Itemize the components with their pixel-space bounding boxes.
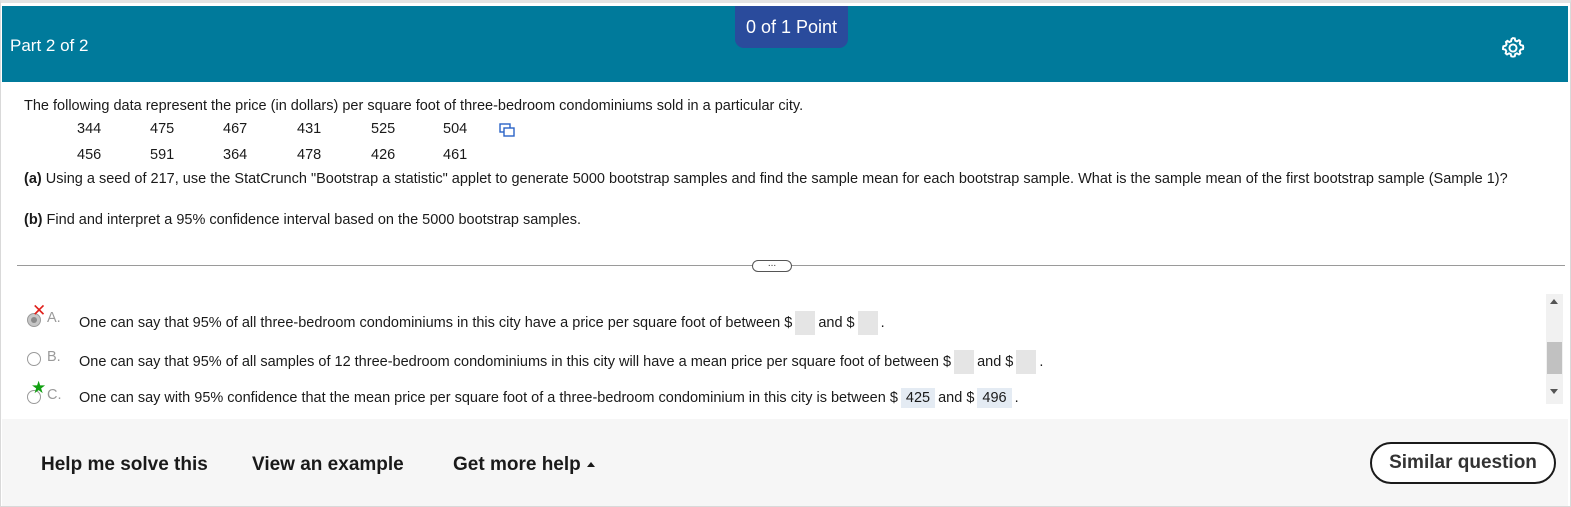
view-example-button[interactable]: View an example [252,454,404,476]
answer-choices: ✕ A. One can say that 95% of all three-b… [1,293,1541,417]
scroll-up-arrow-icon[interactable] [1550,299,1558,304]
data-cell: 431 [297,121,322,137]
question-header: Part 2 of 2 0 of 1 Point [2,6,1568,82]
data-cell: 364 [223,147,248,163]
choice-text: One can say that 95% of all samples of 1… [79,350,1043,374]
scrollbar-thumb[interactable] [1547,342,1562,374]
data-cell: 475 [150,121,175,137]
data-cell: 426 [371,147,396,163]
choice-a[interactable]: ✕ A. One can say that 95% of all three-b… [1,301,1541,335]
question-frame: Part 2 of 2 0 of 1 Point The following d… [0,0,1571,507]
data-cell: 478 [297,147,322,163]
copy-data-icon[interactable] [499,123,515,137]
part-b-prompt: (b) Find and interpret a 95% confidence … [24,212,1549,229]
choice-letter: C. [47,387,62,403]
radio-b[interactable] [27,352,41,366]
data-cell: 504 [443,121,468,137]
data-cell: 591 [150,147,175,163]
incorrect-x-icon: ✕ [32,301,47,320]
get-more-help-label: Get more help [453,454,581,475]
expand-toggle-button[interactable]: ... [752,259,792,272]
answer-blank-2[interactable] [1016,350,1037,374]
part-b-text: Find and interpret a 95% confidence inte… [46,212,581,228]
part-a-prompt: (a) Using a seed of 217, use the StatCru… [24,171,1549,188]
choice-text-before: One can say that 95% of all samples of 1… [79,354,952,370]
gear-icon[interactable] [1500,35,1526,61]
choices-scrollbar[interactable] [1546,294,1563,404]
part-label: Part 2 of 2 [10,36,89,55]
get-more-help-button[interactable]: Get more help [453,454,595,476]
choice-text-middle: and $ [818,315,855,331]
choice-text-before: One can say that 95% of all three-bedroo… [79,315,793,331]
part-a-label: (a) [24,171,42,187]
choice-c[interactable]: ★ C. One can say with 95% confidence tha… [1,378,1541,408]
scroll-down-arrow-icon[interactable] [1550,389,1558,394]
part-a-text: Using a seed of 217, use the StatCrunch … [45,171,1508,187]
data-cell: 344 [77,121,102,137]
answer-blank-1[interactable] [954,350,975,374]
question-intro: The following data represent the price (… [24,98,804,114]
answer-value-1[interactable]: 425 [900,388,936,408]
choice-text-before: One can say with 95% confidence that the… [79,390,898,406]
answer-blank-2[interactable] [857,311,878,335]
answer-value-2[interactable]: 496 [977,388,1012,408]
choice-text-middle: and $ [938,390,975,406]
answer-blank-1[interactable] [795,311,816,335]
choice-text-middle: and $ [977,354,1014,370]
data-cell: 467 [223,121,248,137]
choice-letter: B. [47,349,61,365]
data-cell: 456 [77,147,102,163]
data-cell: 461 [443,147,468,163]
correct-star-icon: ★ [31,378,47,397]
help-me-solve-button[interactable]: Help me solve this [41,454,208,476]
data-cell: 525 [371,121,396,137]
choice-letter: A. [47,310,61,326]
help-footer: Help me solve this View an example Get m… [2,419,1568,506]
similar-question-button[interactable]: Similar question [1370,442,1556,484]
choice-text-after: . [880,315,885,331]
choice-text-after: . [1039,354,1044,370]
choice-text: One can say with 95% confidence that the… [79,388,1019,408]
choice-text-after: . [1014,390,1019,406]
points-badge: 0 of 1 Point [735,6,848,48]
part-b-label: (b) [24,212,43,228]
choice-text: One can say that 95% of all three-bedroo… [79,311,885,335]
choice-b[interactable]: B. One can say that 95% of all samples o… [1,340,1541,374]
caret-up-icon [586,462,595,468]
